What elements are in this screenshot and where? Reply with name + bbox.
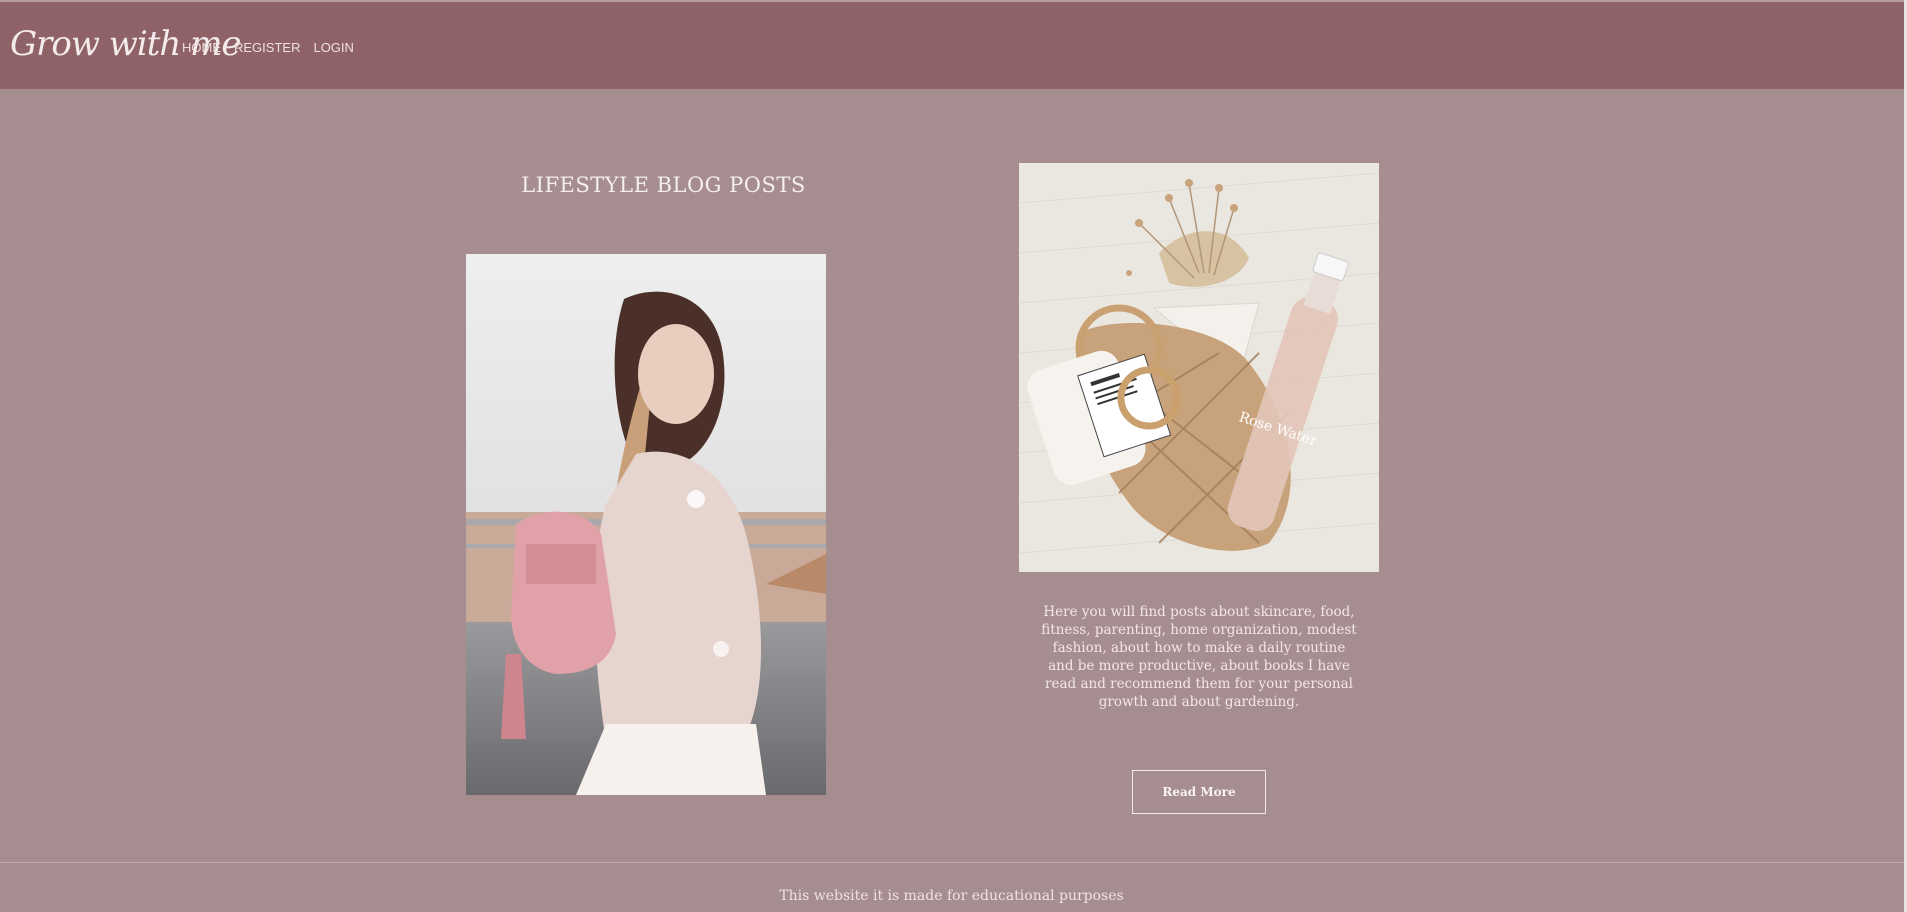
lifestyle-photo-woman-backpack (466, 254, 826, 795)
flatlay-photo-rose-water: Rose Water (1019, 163, 1379, 572)
footer-text: This website it is made for educational … (779, 888, 1124, 904)
read-more-button[interactable]: Read More (1132, 770, 1266, 814)
blog-description: Here you will find posts about skincare,… (1041, 604, 1357, 710)
site-footer: This website it is made for educational … (0, 862, 1907, 912)
nav-login-link[interactable]: LOGIN (313, 40, 353, 55)
site-header: Grow with me HOME REGISTER LOGIN (0, 0, 1907, 89)
section-title: LIFESTYLE BLOG POSTS (521, 173, 806, 197)
main-nav: HOME REGISTER LOGIN (182, 40, 354, 55)
nav-register-link[interactable]: REGISTER (234, 40, 300, 55)
nav-home-link[interactable]: HOME (182, 40, 221, 55)
